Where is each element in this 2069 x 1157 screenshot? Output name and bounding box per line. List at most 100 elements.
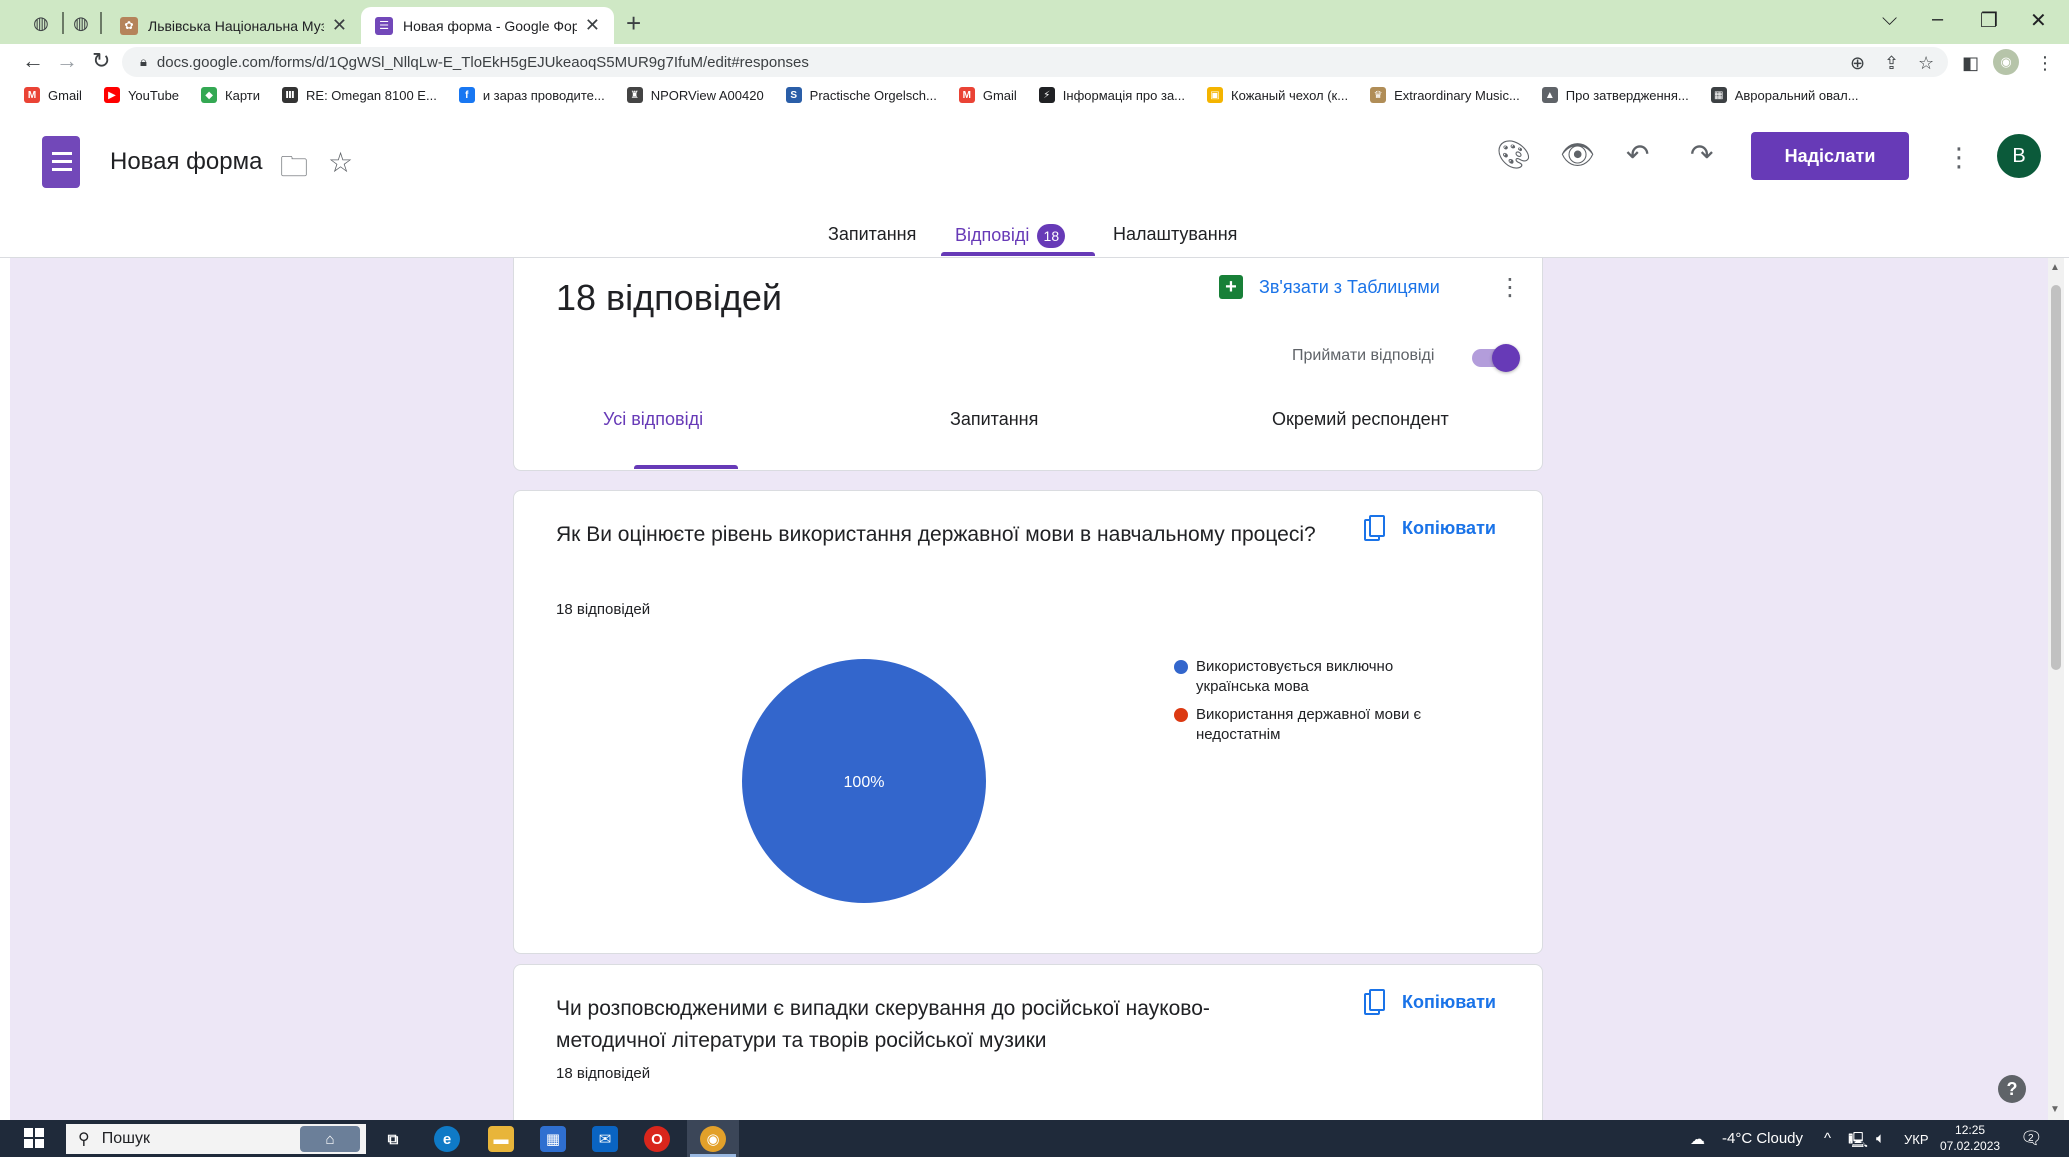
send-button[interactable]: Надіслати (1751, 132, 1909, 180)
bookmark-star-icon[interactable]: ☆ (1918, 53, 1934, 74)
legend-entry[interactable]: Використовується виключно українська мов… (1174, 657, 1434, 697)
bookmarks-bar: M Gmail ▶ YouTube ◆ Карти Ⅲ RE: Omegan 8100 E..… (0, 80, 2069, 110)
browser-tab-music-academy[interactable]: ✿ Львівська Національна Музична ✕ (106, 7, 361, 44)
mail-icon[interactable]: ✉ (592, 1126, 618, 1152)
scroll-up-arrow-icon[interactable]: ▲ (2050, 262, 2060, 273)
notifications-icon[interactable]: 🗨︎ 2 (2020, 1128, 2043, 1149)
opera-icon[interactable]: O (644, 1126, 670, 1152)
bookmark-item[interactable]: ♛ Extraordinary Music... (1370, 87, 1520, 103)
bookmark-item[interactable]: S Practische Orgelsch... (785, 87, 937, 103)
question-title: Чи розповсюдженими є випадки скерування … (556, 997, 1210, 1052)
bookmark-item[interactable]: Ⅲ RE: Omegan 8100 E... (282, 87, 437, 103)
tab-globe-icon[interactable]: ◍ (28, 10, 54, 36)
chrome-icon[interactable]: ◉ (700, 1126, 726, 1152)
tab-responses[interactable]: Відповіді 18 (955, 224, 1066, 248)
file-explorer-icon[interactable]: ▬ (488, 1126, 514, 1152)
redo-icon[interactable]: ↷ (1690, 138, 1713, 171)
restore-icon[interactable]: ❐ (1980, 8, 1998, 33)
legend-swatch (1174, 660, 1188, 674)
scrollbar-thumb[interactable] (2051, 285, 2061, 670)
tab-globe-icon[interactable]: ◍ (68, 10, 94, 36)
more-options-icon[interactable]: ⋮ (1946, 142, 1972, 173)
address-bar[interactable]: 🔒︎ docs.google.com/forms/d/1QgWSl_NllqLw… (122, 47, 1948, 77)
tab-separator (100, 12, 102, 34)
copy-chart-button[interactable]: Копіювати (1364, 989, 1496, 1015)
forms-header: Новая форма 🗀︎ ☆ 🎨︎ 👁︎ ↶ ↷ Надіслати ⋮ B… (0, 110, 2069, 258)
keyboard-language[interactable]: УКР (1904, 1132, 1929, 1147)
accept-responses-toggle[interactable] (1472, 344, 1520, 372)
browser-toolbar: ← → ↻ 🔒︎ docs.google.com/forms/d/1QgWSl_… (0, 44, 2069, 80)
chrome-menu-icon[interactable]: ⋮ (2036, 53, 2054, 74)
star-icon[interactable]: ☆ (328, 146, 353, 179)
forward-arrow-icon[interactable]: → (56, 48, 78, 74)
task-view-icon[interactable]: ⧉ (380, 1126, 406, 1152)
bookmark-item[interactable]: ◆ Карти (201, 87, 260, 103)
store-icon[interactable]: ▦ (540, 1126, 566, 1152)
subtab-individual[interactable]: Окремий респондент (1272, 409, 1449, 430)
copy-icon (1364, 989, 1386, 1015)
copy-chart-button[interactable]: Копіювати (1364, 515, 1496, 541)
bookmark-favicon-icon: ♛ (1370, 87, 1387, 103)
close-icon[interactable]: ✕ (585, 15, 600, 36)
zoom-icon[interactable]: ⊕ (1850, 53, 1865, 74)
google-forms-logo-icon[interactable] (42, 136, 80, 188)
bookmark-item[interactable]: ▦ Авроральний овал... (1710, 87, 1859, 103)
tab-settings[interactable]: Налаштування (1113, 224, 1237, 245)
weather-icon[interactable]: ☁ (1690, 1130, 1705, 1148)
bookmark-item[interactable]: f и зараз проводите... (458, 87, 605, 103)
form-title[interactable]: Новая форма (110, 148, 262, 176)
responses-summary-card: 18 відповідей + Зв'язати з Таблицями ⋮ П… (513, 258, 1543, 471)
scroll-down-arrow-icon[interactable]: ▼ (2050, 1104, 2060, 1115)
browser-tab-google-forms[interactable]: ☰ Новая форма - Google Формы ✕ (361, 7, 614, 44)
legend-entry[interactable]: Використання державної мови є недостатні… (1174, 705, 1434, 745)
bookmark-item[interactable]: ▶ YouTube (103, 87, 179, 103)
bookmark-item[interactable]: M Gmail (24, 87, 82, 103)
window-close-icon[interactable]: ✕ (2030, 8, 2047, 33)
minimize-icon[interactable]: – (1932, 8, 1943, 31)
bookmark-item[interactable]: ▣ Кожаный чехол (к... (1207, 87, 1348, 103)
weather-text[interactable]: -4°C Cloudy (1722, 1130, 1803, 1147)
tray-chevron-icon[interactable]: ^ (1824, 1130, 1831, 1147)
preview-eye-icon[interactable]: 👁︎ (1560, 138, 1596, 171)
new-tab-plus-icon[interactable]: + (626, 8, 641, 39)
tab-questions[interactable]: Запитання (828, 224, 916, 245)
taskbar-clock[interactable]: 12:25 07.02.2023 (1940, 1122, 2000, 1154)
edge-icon[interactable]: e (434, 1126, 460, 1152)
reload-icon[interactable]: ↻ (92, 48, 110, 74)
undo-icon[interactable]: ↶ (1626, 138, 1649, 171)
bookmark-label: Gmail (982, 87, 1017, 103)
folder-icon[interactable]: 🗀︎ (280, 146, 308, 194)
tab-search-chevron-icon[interactable]: ⌵ (1882, 8, 1897, 31)
more-options-icon[interactable]: ⋮ (1498, 273, 1522, 302)
bookmark-item[interactable]: ▲ Про затвердження... (1541, 87, 1689, 103)
side-panel-icon[interactable]: ◧ (1962, 53, 1979, 74)
close-icon[interactable]: ✕ (332, 15, 347, 36)
sheets-icon: + (1219, 275, 1243, 299)
subtab-question[interactable]: Запитання (950, 409, 1038, 430)
bookmark-item[interactable]: M Gmail (958, 87, 1017, 103)
chart-legend: Використовується виключно українська мов… (1174, 657, 1434, 753)
link-to-sheets-button[interactable]: + Зв'язати з Таблицями (1219, 275, 1440, 299)
bookmark-favicon-icon: S (785, 87, 802, 103)
google-forms-favicon-icon: ☰ (375, 16, 393, 35)
windows-taskbar: ⚲ Пошук ⌂ ⧉ e ▬ ▦ ✉ O ◉ ☁ -4°C Cloudy ^ … (0, 1120, 2069, 1157)
bookmark-label: Про затвердження... (1565, 87, 1689, 103)
tab-separator (62, 12, 64, 34)
back-arrow-icon[interactable]: ← (22, 48, 44, 74)
palette-icon[interactable]: 🎨︎ (1496, 138, 1532, 171)
responses-total: 18 відповідей (556, 277, 782, 318)
windows-start-icon[interactable] (24, 1128, 44, 1148)
clock-time: 12:25 (1955, 1123, 1986, 1137)
volume-icon[interactable]: 🔈︎ (1876, 1130, 1885, 1147)
share-icon[interactable]: ⇪ (1884, 53, 1899, 74)
help-icon[interactable]: ? (1998, 1075, 2026, 1103)
toggle-knob (1492, 344, 1520, 372)
bookmark-item[interactable]: ♜ NPORView A00420 (626, 87, 764, 103)
subtab-summary[interactable]: Усі відповіді (603, 409, 703, 430)
browser-profile-avatar[interactable]: ◉ (1993, 49, 2019, 75)
bookmark-label: и зараз проводите... (482, 87, 605, 103)
bookmark-item[interactable]: ⚡ Інформація про за... (1038, 87, 1185, 103)
bookmark-favicon-icon: ▶ (103, 87, 120, 103)
user-avatar[interactable]: B (1997, 134, 2041, 178)
network-icon[interactable]: 🖳︎ (1848, 1130, 1868, 1155)
